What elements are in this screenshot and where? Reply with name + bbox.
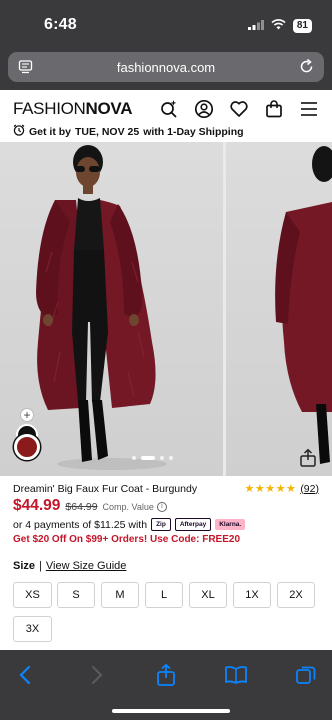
size-option-2x[interactable]: 2X	[277, 582, 315, 608]
forward-icon[interactable]	[84, 662, 110, 688]
size-option-m[interactable]: M	[101, 582, 139, 608]
product-image-next[interactable]	[226, 142, 332, 476]
gallery-dot-active[interactable]	[141, 456, 155, 460]
product-title: Dreamin' Big Faux Fur Coat - Burgundy	[13, 483, 198, 495]
installments-row: or 4 payments of $11.25 with Zip Afterpa…	[13, 518, 246, 531]
hamburger-menu-icon[interactable]	[298, 98, 320, 120]
installments-text: or 4 payments of $11.25 with	[13, 518, 148, 531]
size-option-s[interactable]: S	[57, 582, 95, 608]
size-header: Size | View Size Guide	[13, 560, 126, 572]
tabs-icon[interactable]	[293, 662, 319, 688]
afterpay-badge[interactable]: Afterpay	[174, 518, 212, 531]
size-label: Size	[13, 560, 36, 572]
logo-part-2: NOVA	[85, 99, 133, 118]
info-icon[interactable]: i	[156, 502, 167, 512]
size-option-3x[interactable]: 3X	[13, 616, 52, 642]
promo-banner: Get $20 Off On $99+ Orders! Use Code: FR…	[13, 534, 241, 545]
url-text[interactable]: fashionnova.com	[8, 60, 324, 75]
model-illustration-next	[275, 146, 332, 464]
gallery-pagination	[132, 456, 173, 460]
shipping-prefix: Get it by	[29, 125, 72, 138]
system-icons: 81	[247, 17, 312, 35]
compare-value-label: Comp. Value	[102, 502, 154, 512]
shipping-date: TUE, NOV 25	[75, 125, 140, 138]
gallery-dot[interactable]	[169, 456, 173, 460]
shipping-suffix: with 1-Day Shipping	[143, 125, 244, 138]
current-price: $44.99	[13, 497, 61, 514]
header-icons	[158, 98, 320, 120]
size-guide-link[interactable]: View Size Guide	[46, 560, 127, 572]
browser-toolbar	[0, 650, 332, 720]
product-rating[interactable]: ★★★★★ (92)	[244, 482, 320, 496]
review-count-link[interactable]: (92)	[300, 483, 319, 495]
price-row: $44.99 $64.99 Comp. Value i	[13, 497, 167, 515]
size-option-l[interactable]: L	[145, 582, 183, 608]
clock-icon	[13, 124, 25, 139]
size-option-1x[interactable]: 1X	[233, 582, 271, 608]
back-icon[interactable]	[12, 662, 38, 688]
klarna-badge[interactable]: Klarna.	[215, 519, 246, 530]
product-info: Dreamin' Big Faux Fur Coat - Burgundy ★★…	[0, 476, 332, 650]
compare-value[interactable]: Comp. Value i	[103, 502, 167, 512]
size-separator: |	[39, 560, 42, 572]
star-rating: ★★★★★	[244, 483, 297, 495]
wishlist-heart-icon[interactable]	[228, 98, 250, 120]
fashion-nova-logo[interactable]: FASHIONNOVA	[13, 99, 132, 119]
address-bar[interactable]: fashionnova.com	[8, 52, 324, 82]
compare-price: $64.99	[65, 501, 98, 513]
site-header: FASHIONNOVA Get it by TUE, NOV 25 with 1…	[0, 90, 332, 142]
ai-search-icon[interactable]	[158, 98, 180, 120]
account-icon[interactable]	[193, 98, 215, 120]
shipping-banner: Get it by TUE, NOV 25 with 1-Day Shippin…	[13, 124, 244, 139]
gallery-dot[interactable]	[132, 456, 136, 460]
product-gallery[interactable]: +	[0, 142, 332, 476]
share-icon[interactable]	[298, 448, 318, 473]
more-colors-button[interactable]: +	[20, 408, 34, 422]
status-bar: 6:48 81	[0, 0, 332, 48]
size-option-xl[interactable]: XL	[189, 582, 227, 608]
size-option-xs[interactable]: XS	[13, 582, 52, 608]
reload-icon[interactable]	[298, 58, 315, 80]
home-indicator	[112, 709, 230, 713]
gallery-dot[interactable]	[160, 456, 164, 460]
wifi-icon	[271, 17, 286, 35]
logo-part-1: FASHION	[13, 99, 86, 118]
share-sheet-icon[interactable]	[153, 662, 179, 688]
signal-icon	[247, 17, 264, 35]
bookmarks-icon[interactable]	[223, 662, 249, 688]
zip-badge[interactable]: Zip	[151, 518, 171, 531]
color-swatch-burgundy[interactable]	[14, 434, 40, 460]
battery-icon: 81	[292, 19, 312, 33]
shopping-bag-icon[interactable]	[263, 98, 285, 120]
status-time: 6:48	[44, 16, 77, 33]
